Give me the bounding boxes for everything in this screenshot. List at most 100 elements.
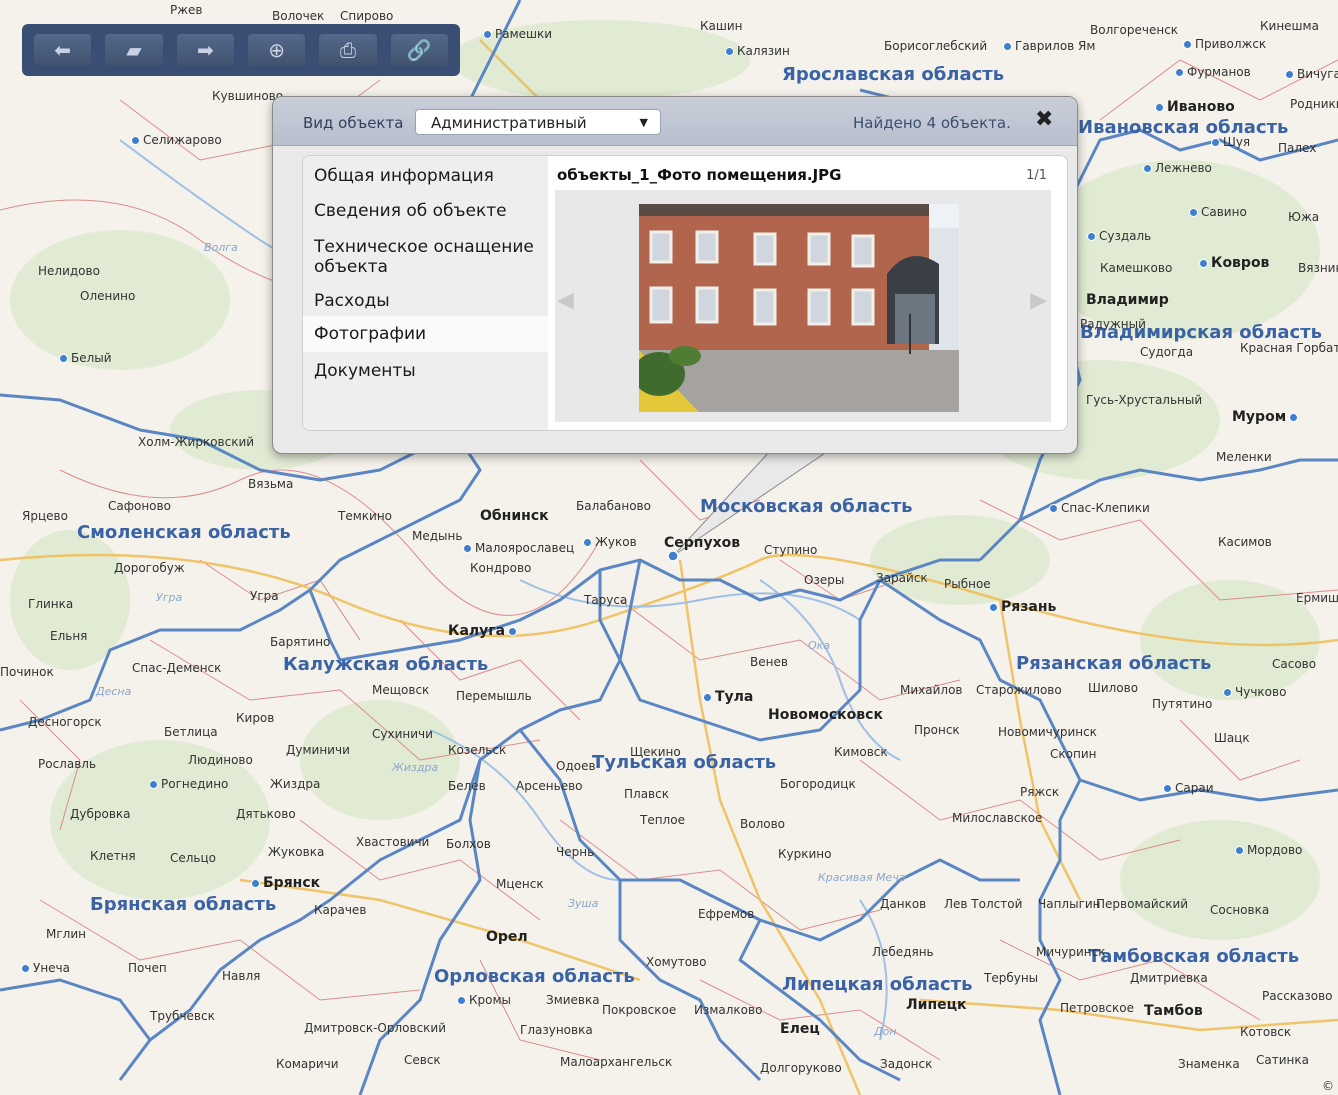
town-label: Ржев (170, 3, 203, 17)
town-label: Шуя (1208, 136, 1250, 148)
town-label: Касимов (1218, 535, 1272, 549)
town-label: Гаврилов Ям (1000, 40, 1095, 52)
town-label: Малоярославец (460, 542, 574, 554)
town-label: Приволжск (1180, 38, 1266, 50)
town-label: Мещовск (372, 683, 430, 697)
town-label: Ельня (50, 629, 88, 643)
town-label: Рамешки (480, 28, 552, 40)
town-label: Скопин (1050, 747, 1097, 761)
town-label: Сафоново (108, 499, 171, 513)
object-type-select[interactable]: Административный ▼ (415, 109, 661, 135)
town-label: Ермишь (1296, 591, 1338, 605)
city-label: Владимир (1086, 292, 1169, 308)
town-label: Куркино (778, 847, 832, 861)
town-label: Вичуга (1282, 68, 1338, 80)
town-label: Волово (740, 817, 785, 831)
town-label: Рассказово (1262, 989, 1333, 1003)
town-label: Спирово (340, 9, 394, 23)
town-label: Пронск (914, 723, 960, 737)
arrow-left-icon: ⬅ (54, 38, 72, 62)
town-label: Кромы (454, 994, 511, 1006)
object-info-popup: Вид объекта Административный ▼ Найдено 4… (272, 96, 1078, 454)
region-label: Орловская область (434, 966, 635, 987)
town-label: Мичуринск (1036, 945, 1106, 959)
menu-item-expenses[interactable]: Расходы (303, 291, 548, 311)
river-label: Ока (808, 639, 831, 652)
building-photo[interactable] (639, 204, 959, 412)
city-label: Иваново (1152, 100, 1235, 114)
town-label: Севск (404, 1053, 441, 1067)
river-label: Волга (204, 241, 238, 254)
town-label: Южа (1288, 210, 1320, 224)
town-label: Кинешма (1260, 19, 1319, 33)
city-label: Ковров (1196, 256, 1269, 270)
town-label: Перемышль (456, 689, 532, 703)
forward-button[interactable]: ➡ (176, 34, 234, 66)
town-label: Одоев (556, 759, 596, 773)
town-label: Белый (56, 352, 112, 364)
object-type-value: Административный (431, 114, 587, 132)
city-label: Калуга (448, 624, 520, 638)
town-label: Людиново (188, 753, 253, 767)
next-photo-icon[interactable]: ▶ (1030, 288, 1047, 313)
town-label: Тербуны (984, 971, 1039, 985)
town-label: Петровское (1060, 1001, 1134, 1015)
menu-item-photos[interactable]: Фотографии (303, 316, 548, 352)
town-label: Думиничи (286, 743, 350, 757)
town-label: Малоархангельск (560, 1055, 673, 1069)
city-label: Елец (780, 1021, 820, 1037)
town-label: Оленино (80, 289, 136, 303)
town-label: Унеча (18, 962, 70, 974)
city-label: Рязань (986, 600, 1056, 614)
town-label: Богородицк (780, 777, 856, 791)
town-label: Родники (1290, 97, 1338, 111)
town-label: Спас-Деменск (132, 661, 222, 675)
town-label: Чернь (556, 845, 595, 859)
russia-map-icon: ▰ (126, 38, 142, 62)
town-label: Рославль (38, 757, 97, 771)
menu-item-object-details[interactable]: Сведения об объекте (303, 201, 548, 221)
back-button[interactable]: ⬅ (34, 34, 92, 66)
city-label: Брянск (248, 876, 320, 890)
town-label: Сельцо (170, 851, 217, 865)
town-label: Ряжск (1020, 785, 1060, 799)
full-extent-button[interactable]: ▰ (105, 34, 163, 66)
town-label: Навля (222, 969, 261, 983)
town-label: Балабаново (576, 499, 651, 513)
town-label: Венев (750, 655, 788, 669)
city-label: Орел (486, 929, 528, 945)
town-label: Кашин (700, 19, 743, 33)
town-label: Судогда (1140, 345, 1194, 359)
town-label: Мордово (1232, 844, 1302, 856)
town-label: Задонск (880, 1057, 933, 1071)
menu-item-technical-equipment[interactable]: Техническое оснащение объекта (303, 237, 548, 277)
town-label: Плавск (624, 787, 669, 801)
town-label: Болхов (446, 837, 491, 851)
river-label: Зуша (568, 897, 599, 910)
town-label: Дорогобуж (114, 561, 185, 575)
town-label: Жуковка (268, 845, 325, 859)
close-icon[interactable]: ✖ (1035, 109, 1053, 131)
city-label: Липецк (906, 997, 967, 1013)
town-label: Медынь (412, 529, 463, 543)
town-label: Первомайский (1096, 897, 1189, 911)
zoom-in-button[interactable]: ⊕ (247, 34, 306, 66)
town-label: Шацк (1214, 731, 1250, 745)
menu-item-documents[interactable]: Документы (303, 361, 548, 381)
city-label: Тамбов (1144, 1003, 1203, 1019)
town-label: Комаричи (276, 1057, 339, 1071)
link-button[interactable]: 🔗 (390, 34, 448, 66)
prev-photo-icon[interactable]: ◀ (557, 288, 574, 313)
town-label: Спас-Клепики (1046, 502, 1150, 514)
arrow-right-icon: ➡ (196, 38, 214, 62)
town-label: Суздаль (1084, 230, 1151, 242)
region-label: Тульская область (592, 752, 777, 773)
town-label: Темкино (338, 509, 392, 523)
town-label: Гусь-Хрустальный (1086, 393, 1203, 407)
zoom-in-icon: ⊕ (268, 38, 286, 62)
print-button[interactable]: ⎙ (319, 34, 377, 66)
menu-item-general-info[interactable]: Общая информация (303, 166, 548, 186)
town-label: Десногорск (28, 715, 102, 729)
region-label: Московская область (700, 496, 913, 517)
town-label: Козельск (448, 743, 507, 757)
